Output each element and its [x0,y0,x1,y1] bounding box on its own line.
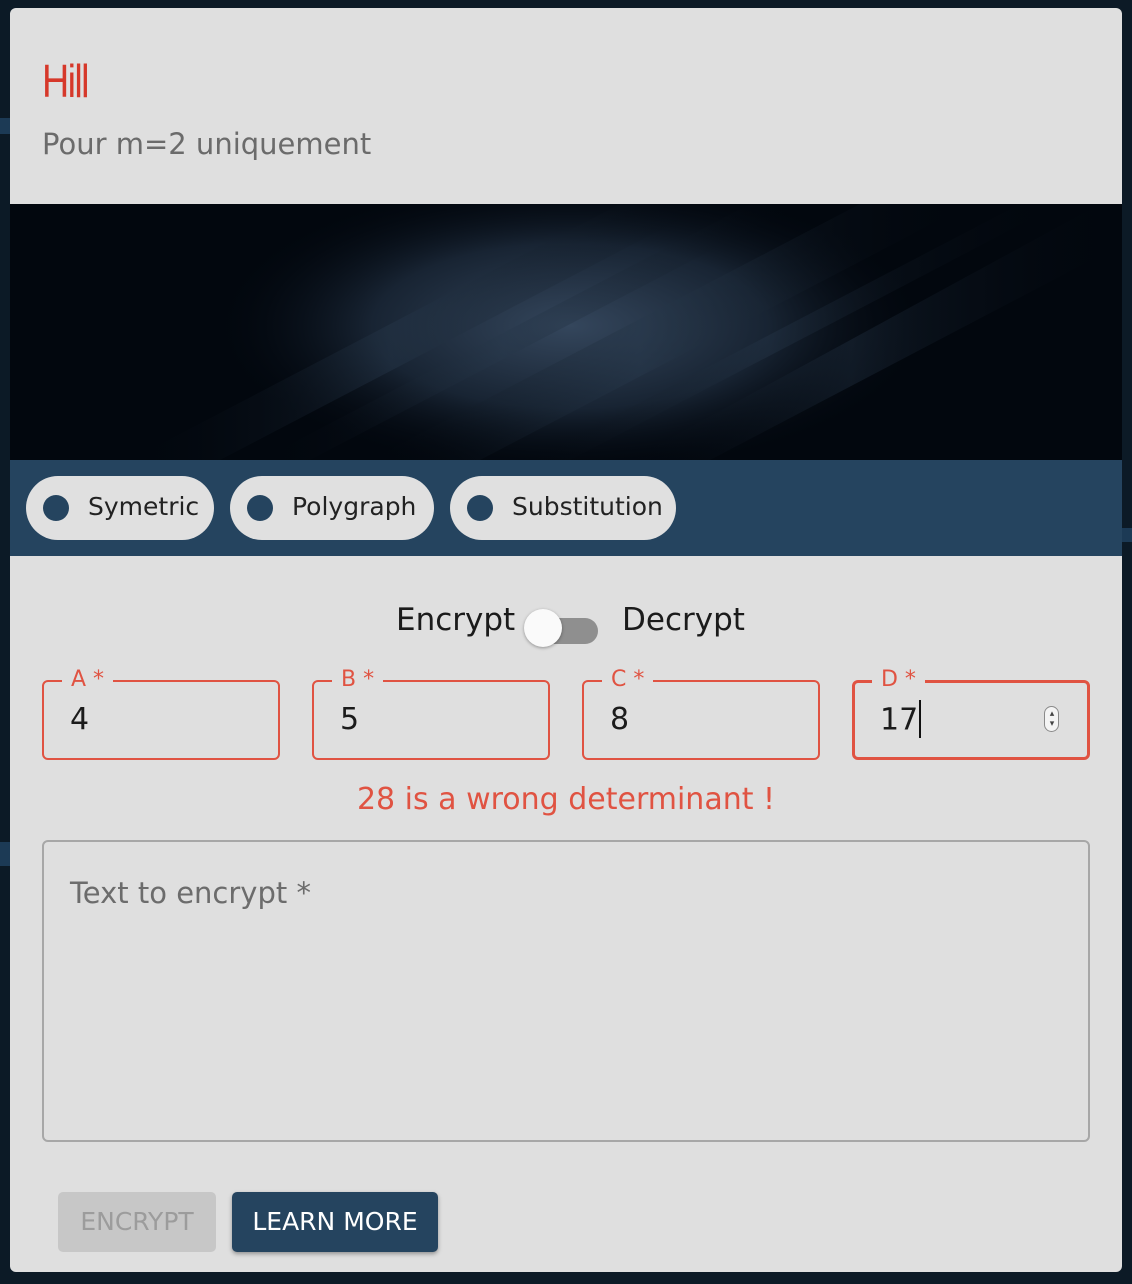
mode-switch[interactable] [524,608,600,648]
field-label-a: A * [62,666,114,694]
field-value-d[interactable]: 17 [880,700,922,740]
chip-dot-icon [467,495,493,521]
field-label-d: D * [872,666,925,694]
cipher-card: Hill Pour m=2 uniquement Symetric Polygr… [10,8,1122,1272]
decrypt-label: Decrypt [622,602,745,638]
chip-label: Symetric [88,492,200,521]
field-label-c: C * [602,666,654,694]
page-title: Hill [42,55,89,107]
matrix-field-b[interactable]: B * 5 [312,666,550,760]
text-to-encrypt-placeholder: Text to encrypt * [70,876,311,910]
encrypt-button[interactable]: ENCRYPT [58,1192,216,1252]
chip-symetric[interactable]: Symetric [26,476,214,540]
page-subtitle: Pour m=2 uniquement [42,127,372,161]
background-accent-top [0,118,10,134]
spinner-up-icon[interactable]: ▴ [1048,710,1056,719]
matrix-field-d[interactable]: D * 17 ▴ ▾ [852,666,1090,760]
text-caret [919,700,922,738]
field-label-b: B * [332,666,384,694]
chip-dot-icon [247,495,273,521]
field-value-a[interactable]: 4 [70,702,89,738]
number-spinner-icon[interactable]: ▴ ▾ [1044,706,1059,732]
chip-label: Polygraph [292,492,417,521]
chip-polygraph[interactable]: Polygraph [230,476,434,540]
determinant-error: 28 is a wrong determinant ! [356,782,776,817]
spinner-down-icon[interactable]: ▾ [1048,720,1056,729]
chip-substitution[interactable]: Substitution [450,476,676,540]
card-header: Hill Pour m=2 uniquement [10,8,1122,204]
text-to-encrypt-field[interactable]: Text to encrypt * [42,840,1090,1142]
banner-image [10,204,1122,460]
encrypt-label: Encrypt [396,602,516,638]
category-chips: Symetric Polygraph Substitution [10,460,1122,556]
background-accent-mid [1122,528,1132,542]
mode-toggle-row: Encrypt Decrypt [10,602,1122,652]
field-value-d-text: 17 [880,702,919,738]
switch-thumb[interactable] [524,609,562,647]
field-value-c[interactable]: 8 [610,702,629,738]
background-accent-low [0,842,10,866]
chip-label: Substitution [512,492,663,521]
chip-dot-icon [43,495,69,521]
field-value-b[interactable]: 5 [340,702,359,738]
matrix-field-c[interactable]: C * 8 [582,666,820,760]
learn-more-button[interactable]: LEARN MORE [232,1192,438,1252]
matrix-field-a[interactable]: A * 4 [42,666,280,760]
